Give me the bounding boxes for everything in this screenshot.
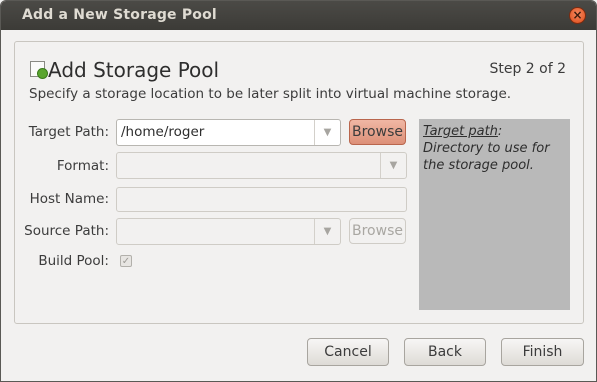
close-button[interactable]: × (569, 7, 586, 24)
source-path-label: Source Path: (24, 223, 109, 239)
help-pane: Target path: Directory to use for the st… (419, 119, 570, 310)
help-term: Target path (423, 124, 498, 139)
target-path-label: Target Path: (28, 124, 109, 140)
target-path-value[interactable]: /home/roger (121, 124, 204, 140)
back-button[interactable]: Back (404, 338, 486, 366)
titlebar[interactable]: Add a New Storage Pool × (1, 1, 596, 30)
chevron-down-icon[interactable]: ▼ (314, 219, 340, 244)
check-icon: ✓ (121, 255, 131, 267)
target-path-combo[interactable]: /home/roger ▼ (116, 119, 341, 146)
host-name-field[interactable] (116, 187, 407, 212)
host-name-label: Host Name: (29, 191, 109, 207)
finish-button[interactable]: Finish (501, 338, 584, 366)
storage-pool-add-icon (30, 61, 48, 79)
page-subtitle: Specify a storage location to be later s… (29, 86, 512, 102)
build-pool-checkbox[interactable]: ✓ (120, 255, 132, 267)
source-path-browse-button[interactable]: Browse (349, 218, 406, 244)
build-pool-label: Build Pool: (38, 253, 109, 269)
window-title: Add a New Storage Pool (22, 7, 217, 23)
chevron-down-icon[interactable]: ▼ (380, 153, 406, 178)
cancel-button[interactable]: Cancel (307, 338, 389, 366)
format-label: Format: (56, 158, 109, 174)
format-combo[interactable]: ▼ (116, 152, 407, 179)
page-title: Add Storage Pool (48, 58, 220, 82)
dialog-window: Add a New Storage Pool × Add Storage Poo… (0, 0, 597, 382)
chevron-down-icon[interactable]: ▼ (314, 120, 340, 145)
close-icon: × (572, 8, 583, 22)
source-path-combo[interactable]: ▼ (116, 218, 341, 245)
target-path-browse-button[interactable]: Browse (349, 119, 406, 145)
step-indicator: Step 2 of 2 (489, 61, 566, 77)
